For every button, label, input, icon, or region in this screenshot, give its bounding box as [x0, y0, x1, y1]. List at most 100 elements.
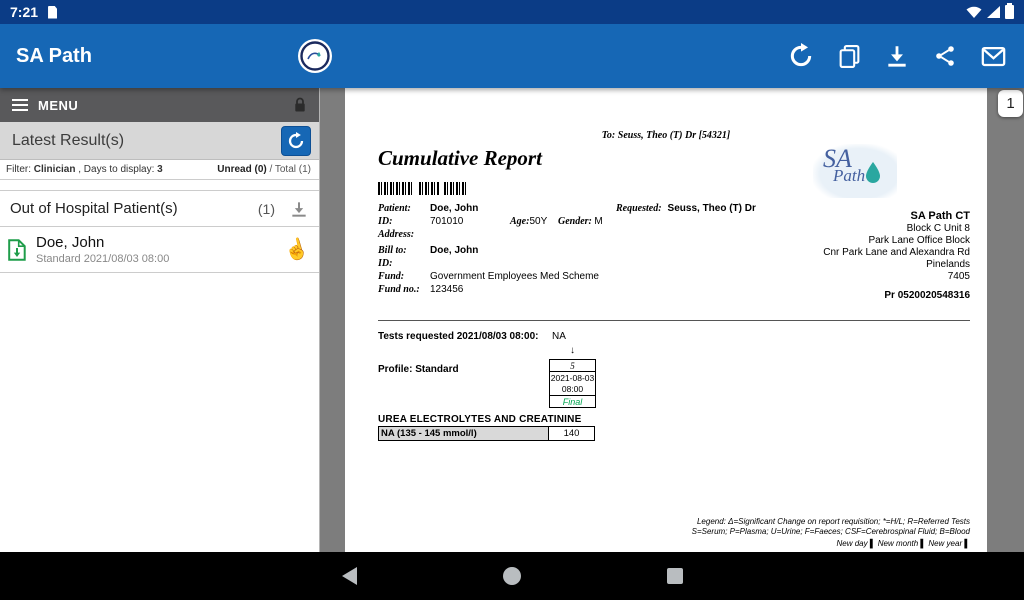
- sa-path-logo-large: SA Path: [813, 144, 897, 198]
- filter-row: Filter: Clinician , Days to display: 3 U…: [0, 160, 319, 180]
- filter-clinician: Clinician: [34, 164, 76, 175]
- fund-value: Government Employees Med Scheme: [430, 271, 599, 282]
- tests-requested-label: Tests requested 2021/08/03 08:00:: [378, 331, 538, 342]
- requested-value: Seuss, Theo (T) Dr: [668, 203, 756, 214]
- filter-prefix: Filter:: [6, 164, 34, 175]
- bill-to-field: Bill to: Doe, John: [378, 245, 718, 257]
- profile-label: Profile: Standard: [378, 364, 459, 375]
- address-field: Address:: [378, 229, 718, 241]
- report-page: To: Seuss, Theo (T) Dr [54321] Cumulativ…: [345, 88, 987, 552]
- envelope-icon: [980, 43, 1007, 70]
- download-icon: [884, 43, 910, 69]
- app-actions: [786, 41, 1008, 71]
- unread-total-counter: Unread (0) / Total (1): [217, 164, 311, 175]
- bill-id-field: ID:: [378, 258, 718, 270]
- result-test-value: 140: [548, 426, 595, 441]
- page-number-badge: 1: [998, 90, 1023, 117]
- result-test-name: NA (135 - 145 mmol/l): [378, 426, 549, 441]
- down-arrow: ↓: [549, 345, 596, 356]
- home-button[interactable]: [503, 567, 521, 585]
- battery-icon: [1005, 5, 1014, 19]
- hamburger-icon: [12, 99, 28, 111]
- test-section-header: UREA ELECTROLYTES AND CREATININE: [378, 414, 581, 425]
- pages-button[interactable]: [834, 41, 864, 71]
- id-age-gender-field: ID: 701010 Age:50Y Gender: M: [378, 216, 718, 228]
- age-value: 50Y: [529, 216, 547, 227]
- patient-group-header[interactable]: Out of Hospital Patient(s) (1): [0, 190, 319, 227]
- age-label: Age:: [510, 216, 529, 227]
- download-button[interactable]: [882, 41, 912, 71]
- share-icon: [933, 44, 957, 68]
- requested-label: Requested:: [616, 203, 662, 214]
- lab-name: SA Path CT: [823, 210, 970, 222]
- report-viewer[interactable]: To: Seuss, Theo (T) Dr [54321] Cumulativ…: [320, 88, 1024, 552]
- result-row: NA (135 - 145 mmol/l) 140: [378, 426, 595, 441]
- column-date: 2021-08-03: [550, 373, 595, 384]
- latest-results-label: Latest Result(s): [12, 132, 124, 150]
- id-value: 701010: [430, 216, 463, 227]
- sa-path-logo-icon: [298, 39, 332, 73]
- gender-label: Gender:: [558, 216, 592, 227]
- legend-line: Legend: Δ=Significant Change on report r…: [697, 517, 970, 526]
- logo-text-path: Path: [833, 166, 865, 186]
- group-download-icon[interactable]: [289, 199, 309, 219]
- bill-to-label: Bill to:: [378, 245, 407, 256]
- lab-address-line: Block C Unit 8: [823, 223, 970, 235]
- gender-value: M: [594, 216, 602, 227]
- share-button[interactable]: [930, 41, 960, 71]
- barcode: [378, 182, 468, 195]
- lab-address-line: Cnr Park Lane and Alexandra Rd: [823, 247, 970, 259]
- patient-label: Patient:: [378, 203, 411, 214]
- sidebar: MENU Latest Result(s) Filter: Clinici: [0, 88, 320, 552]
- column-datetime: 2021-08-03 08:00: [549, 371, 596, 396]
- wifi-icon: [966, 6, 982, 18]
- recents-button[interactable]: [667, 568, 683, 584]
- sidebar-refresh-button[interactable]: [281, 126, 311, 156]
- fund-label: Fund:: [378, 271, 404, 282]
- screen: 7:21 SA Path: [0, 0, 1024, 600]
- report-title: Cumulative Report: [378, 146, 542, 171]
- back-button[interactable]: [342, 567, 357, 585]
- tap-hand-icon: ☝: [281, 234, 312, 265]
- main-body: MENU Latest Result(s) Filter: Clinici: [0, 88, 1024, 552]
- signal-icon: [987, 6, 1000, 18]
- refresh-icon: [788, 43, 814, 69]
- patient-list-item[interactable]: Doe, John Standard 2021/08/03 08:00 ☝: [0, 227, 319, 273]
- latest-results-header: Latest Result(s): [0, 122, 319, 160]
- patient-detail: Standard 2021/08/03 08:00: [36, 253, 169, 265]
- status-time: 7:21: [10, 4, 38, 20]
- gender-field: Gender: M: [558, 216, 603, 227]
- status-bar: 7:21: [0, 0, 1024, 24]
- patient-text: Doe, John Standard 2021/08/03 08:00: [36, 234, 169, 265]
- filter-days-value: 3: [157, 164, 163, 175]
- filter-summary[interactable]: Filter: Clinician , Days to display: 3: [6, 164, 163, 175]
- screenshot-icon: [48, 6, 57, 19]
- app-bar: SA Path: [0, 24, 1024, 88]
- lab-address-line: Pinelands: [823, 259, 970, 271]
- result-file-icon: [8, 239, 26, 261]
- lab-address-line: 7405: [823, 271, 970, 283]
- patient-name-value: Doe, John: [430, 203, 478, 214]
- app-title: SA Path: [16, 45, 92, 68]
- column-status: Final: [549, 395, 596, 408]
- requested-field: Requested: Seuss, Theo (T) Dr: [616, 203, 756, 214]
- unread-count: Unread (0): [217, 164, 266, 175]
- total-count: / Total (1): [267, 164, 311, 175]
- menu-button[interactable]: MENU: [0, 88, 319, 122]
- tests-requested-value: NA: [552, 331, 566, 342]
- bill-id-label: ID:: [378, 258, 392, 269]
- refresh-button[interactable]: [786, 41, 816, 71]
- email-button[interactable]: [978, 41, 1008, 71]
- navigation-bar: [0, 552, 1024, 600]
- status-icons: [966, 5, 1014, 19]
- legend-keys: New day ▌ New month ▌ New year ▌: [837, 539, 971, 548]
- report-addressee: To: Seuss, Theo (T) Dr [54321]: [345, 130, 987, 141]
- pages-icon: [837, 44, 862, 69]
- id-label: ID:: [378, 216, 392, 227]
- refresh-icon: [287, 132, 305, 150]
- fund-no-field: Fund no.: 123456: [378, 284, 718, 296]
- legend-line: S=Serum; P=Plasma; U=Urine; F=Faeces; CS…: [692, 527, 970, 536]
- address-label: Address:: [378, 229, 414, 240]
- patient-name: Doe, John: [36, 234, 169, 251]
- lock-icon[interactable]: [293, 97, 307, 113]
